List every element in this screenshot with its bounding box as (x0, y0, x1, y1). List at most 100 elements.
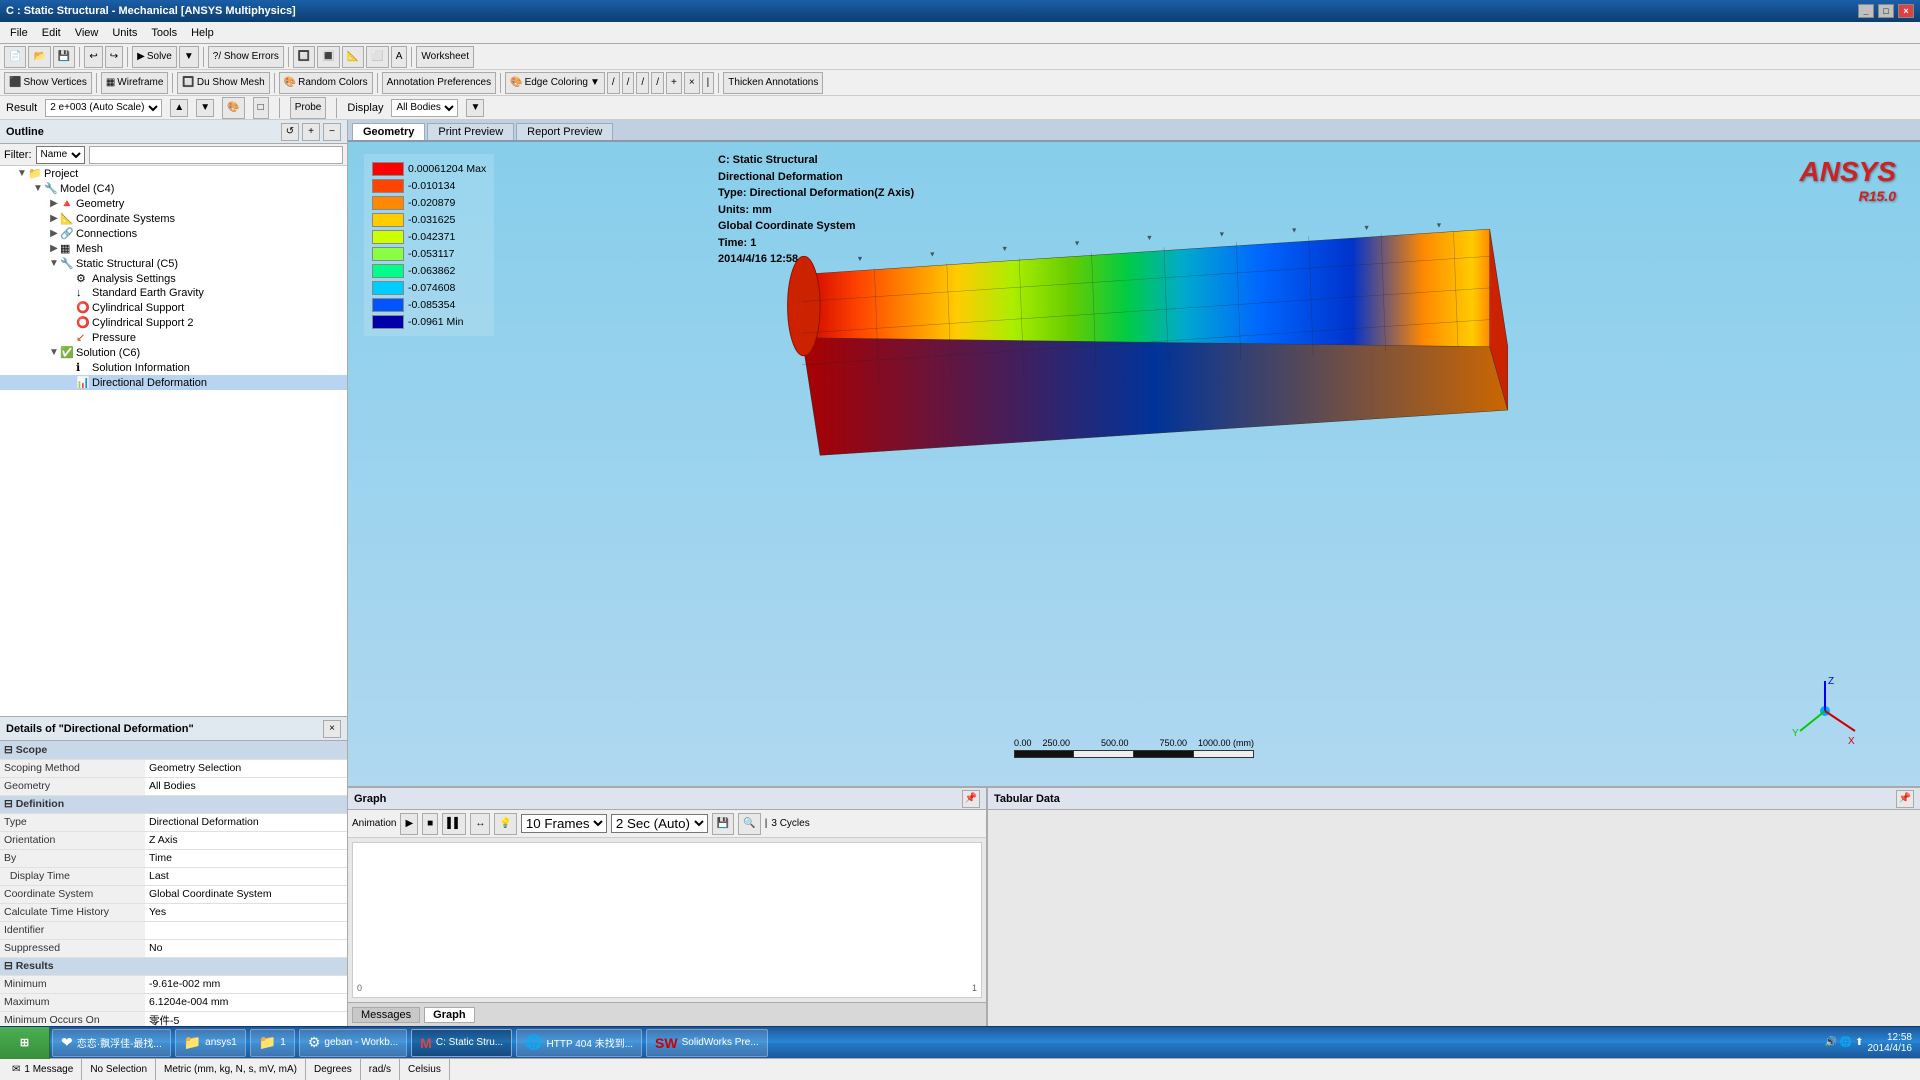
zoom-graph-btn[interactable]: 🔍 (738, 813, 760, 835)
taskbar-item-3[interactable]: ⚙ geban - Workb... (299, 1029, 407, 1057)
icons-btn2[interactable]: 🔳 (317, 46, 339, 68)
export-btn[interactable]: 💾 (712, 813, 734, 835)
menu-view[interactable]: View (69, 25, 105, 41)
show-mesh-button[interactable]: 🔲 Du Show Mesh (177, 72, 269, 94)
animation-bounce-btn[interactable]: ↔ (470, 813, 490, 835)
solve-button[interactable]: ▶ Solve (132, 46, 177, 68)
tab-graph[interactable]: Graph (424, 1007, 474, 1023)
undo-button[interactable]: ↩ (84, 46, 102, 68)
tree-item-cyl-support-2[interactable]: ⭕ Cylindrical Support 2 (0, 315, 347, 330)
animation-play-btn[interactable]: ▶ (400, 813, 418, 835)
display-dropdown-btn[interactable]: ▼ (466, 99, 484, 117)
tabular-pin-btn[interactable]: 📌 (1896, 790, 1914, 808)
frames-select[interactable]: 10 Frames (521, 814, 607, 833)
legend-color-3 (372, 213, 404, 227)
duration-select[interactable]: 2 Sec (Auto) (611, 814, 708, 833)
taskbar-item-4[interactable]: M C: Static Stru... (411, 1029, 512, 1057)
filter-input[interactable] (89, 146, 344, 164)
graph-header: Graph 📌 (348, 788, 986, 810)
taskbar-item-0[interactable]: ❤ 恋恋·飘浮佳-最找... (52, 1029, 171, 1057)
scale-up-btn[interactable]: ▲ (170, 99, 188, 117)
edge-icon-4[interactable]: / (651, 72, 664, 94)
show-vertices-button[interactable]: ⬛ Show Vertices (4, 72, 92, 94)
outline-expand-btn[interactable]: + (302, 123, 320, 141)
edge-icon-2[interactable]: / (622, 72, 635, 94)
start-button[interactable]: ⊞ (0, 1027, 50, 1059)
tab-geometry[interactable]: Geometry (352, 123, 425, 140)
scale-down-btn[interactable]: ▼ (196, 99, 214, 117)
tree-item-gravity[interactable]: ↓ Standard Earth Gravity (0, 286, 347, 300)
display-select[interactable]: All Bodies (391, 99, 458, 117)
tree-item-pressure[interactable]: ↙ Pressure (0, 330, 347, 345)
edge-icon-3[interactable]: / (636, 72, 649, 94)
tree-item-project[interactable]: ▼ 📁 Project (0, 166, 347, 181)
outline-refresh-btn[interactable]: ↺ (281, 123, 299, 141)
minimize-button[interactable]: _ (1858, 4, 1874, 18)
worksheet-button[interactable]: Worksheet (416, 46, 474, 68)
show-mesh-label: Du Show Mesh (197, 77, 265, 88)
wireframe-button[interactable]: ▦ Wireframe (101, 72, 169, 94)
close-button[interactable]: × (1898, 4, 1914, 18)
tab-print-preview[interactable]: Print Preview (427, 123, 514, 140)
menu-tools[interactable]: Tools (145, 25, 183, 41)
edge-icon-5[interactable]: + (666, 72, 682, 94)
viewport-3d[interactable]: C: Static Structural Directional Deforma… (348, 142, 1920, 786)
window-controls[interactable]: _ □ × (1858, 4, 1914, 18)
color-result-btn[interactable]: 🎨 (222, 97, 244, 119)
random-colors-button[interactable]: 🎨 Random Colors (279, 72, 373, 94)
tree-item-geometry[interactable]: ▶ 🔺 Geometry (0, 196, 347, 211)
taskbar-item-5[interactable]: 🌐 HTTP 404 未找到... (516, 1029, 642, 1057)
open-button[interactable]: 📂 (28, 46, 50, 68)
result-scale-select[interactable]: 2 e+003 (Auto Scale) (45, 99, 162, 117)
msg-tabs: Messages Graph (348, 1002, 986, 1026)
taskbar-item-2[interactable]: 📁 1 (250, 1029, 295, 1057)
tree-item-cyl-support-1[interactable]: ⭕ Cylindrical Support (0, 300, 347, 315)
filter-select[interactable]: Name (36, 146, 85, 164)
maximize-button[interactable]: □ (1878, 4, 1894, 18)
details-panel: Details of "Directional Deformation" × ⊟… (0, 716, 347, 1026)
edge-icon-6[interactable]: × (684, 72, 700, 94)
redo-button[interactable]: ↪ (105, 46, 123, 68)
animation-bar-btn[interactable]: ▌▌ (442, 813, 466, 835)
icons-btn3[interactable]: 📐 (342, 46, 364, 68)
tree-item-model[interactable]: ▼ 🔧 Model (C4) (0, 181, 347, 196)
menu-file[interactable]: File (4, 25, 34, 41)
tab-report-preview[interactable]: Report Preview (516, 123, 613, 140)
tree-item-directional-deformation[interactable]: 📊 Directional Deformation (0, 375, 347, 390)
save-button[interactable]: 💾 (53, 46, 75, 68)
probe-label: Probe (295, 102, 322, 113)
tab-messages[interactable]: Messages (352, 1007, 420, 1023)
graph-pin-btn[interactable]: 📌 (962, 790, 980, 808)
edge-icon-1[interactable]: / (607, 72, 620, 94)
menu-units[interactable]: Units (106, 25, 143, 41)
tree-item-static-structural[interactable]: ▼ 🔧 Static Structural (C5) (0, 256, 347, 271)
tree-item-connections[interactable]: ▶ 🔗 Connections (0, 226, 347, 241)
thicken-annotations-button[interactable]: Thicken Annotations (723, 72, 823, 94)
animation-light-btn[interactable]: 💡 (494, 813, 516, 835)
solve-dropdown[interactable]: ▼ (179, 46, 199, 68)
details-close-btn[interactable]: × (323, 720, 341, 738)
show-errors-button[interactable]: ?/ Show Errors (208, 46, 284, 68)
menu-edit[interactable]: Edit (36, 25, 67, 41)
annotation-prefs-button[interactable]: Annotation Preferences (382, 72, 497, 94)
new-button[interactable]: 📄 (4, 46, 26, 68)
probe-button[interactable]: Probe (290, 97, 327, 119)
results-header: ⊟ Results (0, 957, 347, 975)
outline-collapse-btn[interactable]: − (323, 123, 341, 141)
icons-btn1[interactable]: 🔲 (293, 46, 315, 68)
tree-item-solution-info[interactable]: ℹ Solution Information (0, 360, 347, 375)
icons-btn4[interactable]: ⬜ (366, 46, 388, 68)
animation-stop-btn[interactable]: ■ (422, 813, 438, 835)
tree-item-coordinate-systems[interactable]: ▶ 📐 Coordinate Systems (0, 211, 347, 226)
bg-btn[interactable]: □ (253, 97, 269, 119)
edge-coloring-button[interactable]: 🎨 Edge Coloring ▼ (505, 72, 605, 94)
taskbar-item-1[interactable]: 📁 ansys1 (175, 1029, 246, 1057)
tree-item-solution[interactable]: ▼ ✅ Solution (C6) (0, 345, 347, 360)
icons-btn5[interactable]: A (391, 46, 408, 68)
taskbar-item-6[interactable]: SW SolidWorks Pre... (646, 1029, 768, 1057)
geometry-row: Geometry All Bodies (0, 777, 347, 795)
tree-item-analysis-settings[interactable]: ⚙ Analysis Settings (0, 271, 347, 286)
menu-help[interactable]: Help (185, 25, 220, 41)
edge-icon-7[interactable]: | (702, 72, 715, 94)
tree-item-mesh[interactable]: ▶ ▦ Mesh (0, 241, 347, 256)
